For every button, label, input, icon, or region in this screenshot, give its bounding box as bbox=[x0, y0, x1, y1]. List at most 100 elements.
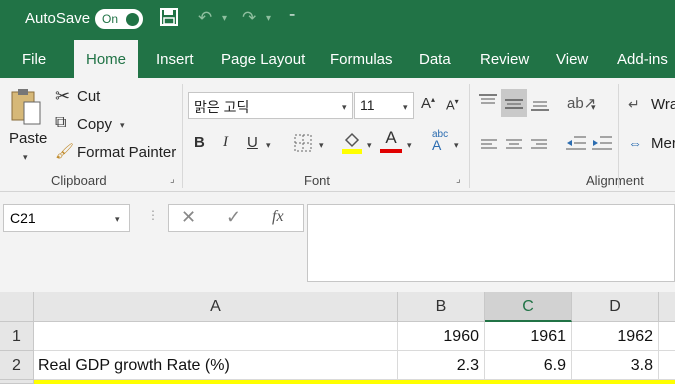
align-left-icon[interactable] bbox=[481, 138, 497, 156]
font-color-icon[interactable]: A bbox=[380, 128, 402, 153]
phonetic-guide-icon[interactable]: abc A bbox=[432, 130, 448, 153]
autosave-toggle[interactable]: On bbox=[95, 9, 143, 29]
copy-dropdown-icon[interactable]: ▾ bbox=[120, 120, 125, 131]
column-header-d[interactable]: D bbox=[572, 292, 659, 322]
font-group-label: Font bbox=[304, 173, 331, 188]
title-bar: AutoSave On ↶ ▾ ↷ ▾ ⁼ bbox=[0, 0, 675, 40]
font-color-letter: A bbox=[385, 128, 397, 147]
format-painter-icon[interactable]: 🖌 bbox=[55, 142, 74, 160]
font-color-bar bbox=[380, 149, 402, 153]
tab-home[interactable]: Home bbox=[74, 40, 139, 78]
column-header-a[interactable]: A bbox=[34, 292, 398, 322]
undo-icon[interactable]: ↶ bbox=[198, 8, 212, 28]
ribbon-separator bbox=[182, 84, 183, 188]
tab-data[interactable]: Data bbox=[419, 51, 451, 68]
copy-icon[interactable]: ⧉ bbox=[55, 114, 66, 132]
ribbon-tabs: File Home Insert Page Layout Formulas Da… bbox=[0, 40, 675, 78]
row-header-3[interactable] bbox=[0, 380, 34, 384]
clipboard-group-label: Clipboard bbox=[51, 173, 107, 188]
top-align-icon[interactable] bbox=[479, 94, 497, 113]
underline-dropdown-icon[interactable]: ▾ bbox=[266, 140, 271, 151]
cell-d2[interactable]: 3.8 bbox=[572, 351, 659, 380]
toggle-knob bbox=[126, 13, 139, 26]
tab-add-ins[interactable]: Add-ins bbox=[617, 51, 668, 68]
row-3-highlight[interactable] bbox=[34, 380, 675, 384]
cut-icon[interactable]: ✂ bbox=[55, 86, 70, 107]
save-icon[interactable] bbox=[160, 8, 178, 31]
borders-icon[interactable] bbox=[294, 134, 312, 157]
enter-icon[interactable]: ✓ bbox=[226, 207, 241, 228]
copy-button[interactable]: Copy bbox=[77, 116, 112, 133]
decrease-indent-icon[interactable] bbox=[566, 135, 586, 156]
bottom-align-icon[interactable] bbox=[531, 98, 549, 117]
increase-font-icon[interactable]: A▴ bbox=[421, 95, 435, 112]
redo-icon[interactable]: ↷ bbox=[242, 8, 256, 28]
decrease-font-icon[interactable]: A▾ bbox=[446, 97, 459, 112]
cell-a1[interactable] bbox=[34, 322, 398, 351]
name-box-dropdown-icon[interactable]: ▾ bbox=[115, 214, 120, 225]
cell-c1[interactable]: 1961 bbox=[485, 322, 572, 351]
formula-bar: C21 ▾ ⋮ ✕ ✓ fx bbox=[0, 192, 675, 292]
font-name-select[interactable]: 맑은 고딕 bbox=[188, 92, 353, 119]
font-name-dropdown-icon[interactable]: ▾ bbox=[342, 102, 347, 113]
autosave-state: On bbox=[102, 12, 119, 26]
italic-button[interactable]: I bbox=[223, 134, 228, 151]
tab-insert[interactable]: Insert bbox=[156, 51, 194, 68]
wrap-text-button[interactable]: Wra bbox=[651, 96, 675, 113]
redo-dropdown-icon[interactable]: ▾ bbox=[266, 13, 271, 24]
phonetic-dropdown-icon[interactable]: ▾ bbox=[454, 140, 459, 151]
fill-color-dropdown-icon[interactable]: ▾ bbox=[367, 140, 372, 151]
tab-view[interactable]: View bbox=[556, 51, 588, 68]
cancel-icon[interactable]: ✕ bbox=[181, 207, 196, 228]
borders-dropdown-icon[interactable]: ▾ bbox=[319, 140, 324, 151]
column-header-c[interactable]: C bbox=[485, 292, 572, 322]
align-center-icon[interactable] bbox=[506, 138, 522, 156]
align-right-icon[interactable] bbox=[531, 138, 547, 156]
tab-formulas[interactable]: Formulas bbox=[330, 51, 393, 68]
orientation-dropdown-icon[interactable]: ▾ bbox=[591, 102, 596, 113]
clipboard-launcher-icon[interactable]: ⌟ bbox=[170, 174, 175, 185]
bold-button[interactable]: B bbox=[194, 134, 205, 151]
insert-function-button[interactable]: fx bbox=[272, 208, 284, 226]
cell-b1[interactable]: 1960 bbox=[398, 322, 485, 351]
tab-file[interactable]: File bbox=[22, 51, 46, 68]
font-size-value: 11 bbox=[360, 97, 375, 113]
formula-buttons: ✕ ✓ fx bbox=[168, 204, 304, 232]
merge-center-button[interactable]: Mer bbox=[651, 135, 675, 152]
cell-d1[interactable]: 1962 bbox=[572, 322, 659, 351]
paste-dropdown-icon[interactable]: ▾ bbox=[23, 152, 28, 163]
format-painter-button[interactable]: Format Painter bbox=[77, 144, 176, 161]
select-all-corner[interactable] bbox=[0, 292, 34, 322]
cell-e2[interactable] bbox=[659, 351, 675, 380]
formula-bar-grip-icon: ⋮ bbox=[147, 208, 159, 222]
merge-center-icon[interactable]: ⇔ bbox=[628, 135, 642, 151]
undo-dropdown-icon[interactable]: ▾ bbox=[222, 13, 227, 24]
ribbon: Paste ▾ ✂ Cut ⧉ Copy ▾ 🖌 Format Painter … bbox=[0, 78, 675, 192]
paste-button[interactable]: Paste bbox=[9, 130, 47, 147]
customize-toolbar-icon[interactable]: ⁼ bbox=[289, 10, 295, 24]
tab-page-layout[interactable]: Page Layout bbox=[221, 51, 305, 68]
font-color-dropdown-icon[interactable]: ▾ bbox=[407, 140, 412, 151]
cell-e1[interactable] bbox=[659, 322, 675, 351]
ribbon-separator bbox=[618, 84, 619, 188]
fill-color-icon[interactable] bbox=[342, 130, 362, 159]
wrap-text-icon[interactable]: ↵ bbox=[628, 96, 640, 113]
row-header-1[interactable]: 1 bbox=[0, 322, 34, 351]
cell-a2[interactable]: Real GDP growth Rate (%) bbox=[34, 351, 398, 380]
autosave-label: AutoSave bbox=[25, 10, 91, 27]
font-size-dropdown-icon[interactable]: ▾ bbox=[403, 102, 408, 113]
cut-button[interactable]: Cut bbox=[77, 88, 100, 105]
tab-review[interactable]: Review bbox=[480, 51, 529, 68]
font-launcher-icon[interactable]: ⌟ bbox=[456, 174, 461, 185]
cell-b2[interactable]: 2.3 bbox=[398, 351, 485, 380]
increase-indent-icon[interactable] bbox=[592, 135, 612, 156]
formula-input[interactable] bbox=[307, 204, 675, 282]
paste-icon[interactable] bbox=[10, 88, 42, 131]
name-box[interactable]: C21 bbox=[3, 204, 130, 232]
cell-c2[interactable]: 6.9 bbox=[485, 351, 572, 380]
row-header-2[interactable]: 2 bbox=[0, 351, 34, 380]
underline-button[interactable]: U bbox=[247, 134, 258, 151]
column-header-b[interactable]: B bbox=[398, 292, 485, 322]
column-header-e[interactable] bbox=[659, 292, 675, 322]
middle-align-icon[interactable] bbox=[501, 89, 527, 117]
